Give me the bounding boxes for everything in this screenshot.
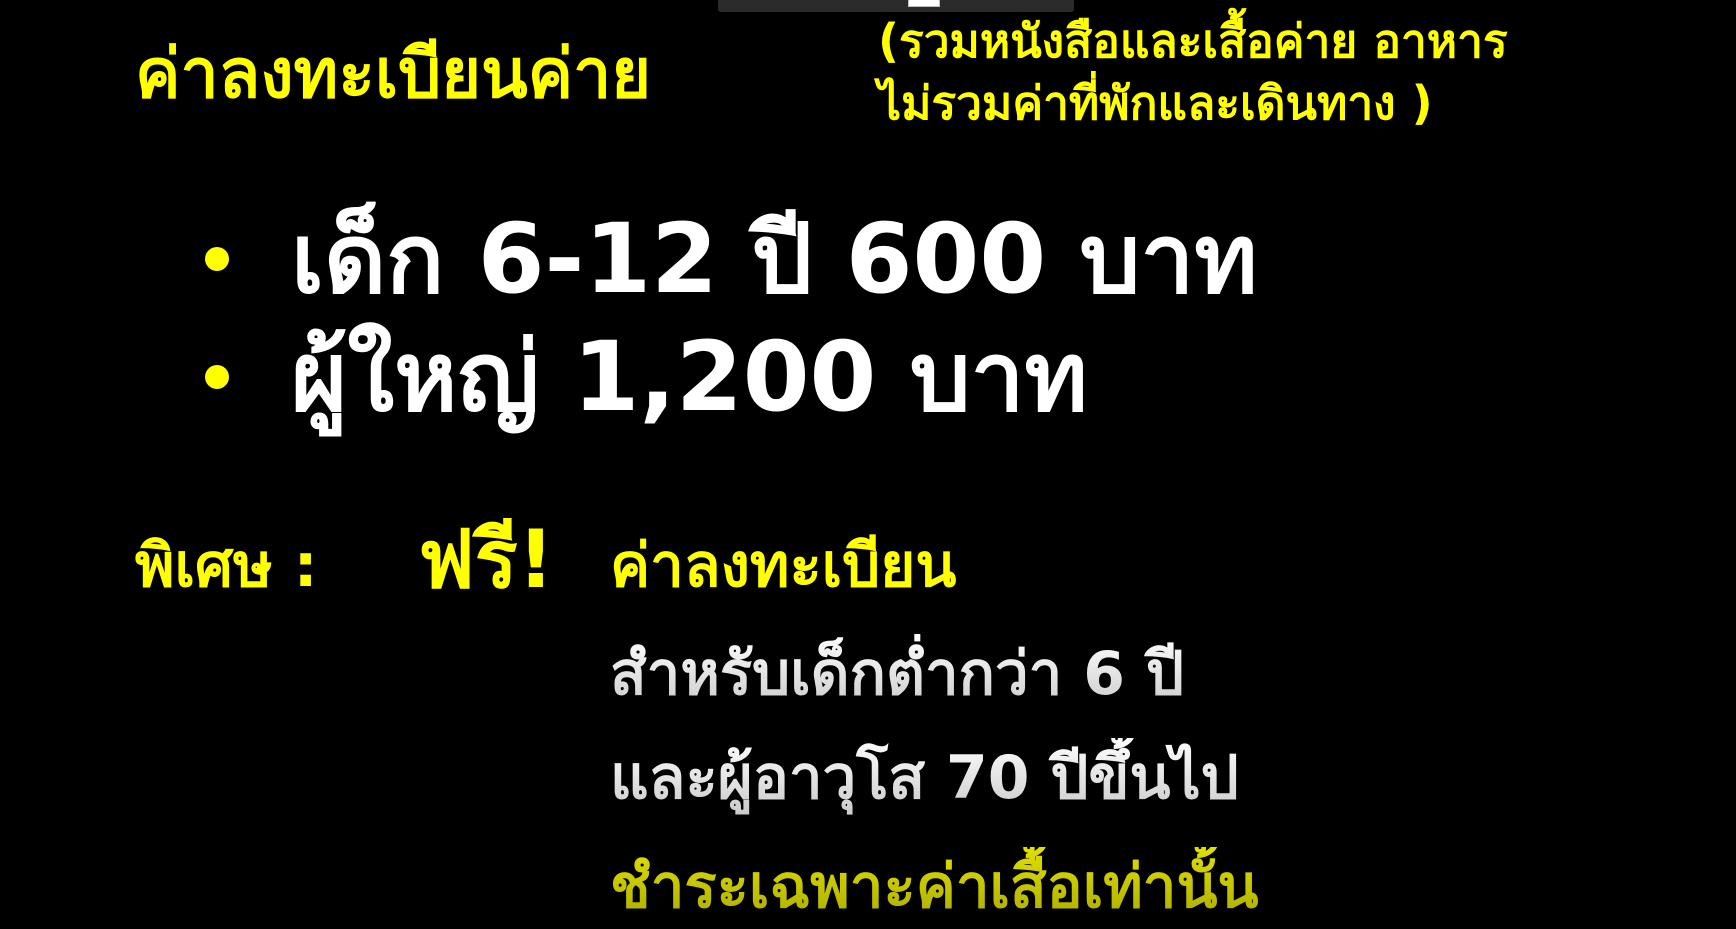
slide-title: ค่าลงทะเบียนค่าย	[135, 35, 652, 114]
tab-handle-icon[interactable]	[908, 0, 940, 7]
bullet-icon	[205, 247, 229, 271]
subtitle-line-1: (รวมหนังสือและเสื้อค่าย อาหาร	[878, 14, 1508, 68]
free-word: ฟรี!	[418, 513, 555, 606]
price-children: เด็ก 6-12 ปี 600 บาท	[291, 203, 1258, 315]
price-list: เด็ก 6-12 ปี 600 บาท ผู้ใหญ่ 1,200 บาท	[205, 200, 1258, 436]
registration-fee-label: ค่าลงทะเบียน	[610, 531, 957, 601]
special-condition-children: สำหรับเด็กต่ำกว่า 6 ปี	[610, 634, 1184, 714]
price-adults: ผู้ใหญ่ 1,200 บาท	[291, 321, 1088, 433]
special-condition-seniors: และผู้อาวุโส 70 ปีขึ้นไป	[610, 738, 1239, 818]
special-label: พิเศษ :	[135, 531, 318, 601]
slide-subtitle: (รวมหนังสือและเสื้อค่าย อาหาร ไม่รวมค่าท…	[878, 10, 1508, 134]
price-list-item: ผู้ใหญ่ 1,200 บาท	[205, 318, 1258, 436]
special-condition-shirt-only: ชำระเฉพาะค่าเสื้อเท่านั้น	[610, 847, 1259, 927]
price-list-item: เด็ก 6-12 ปี 600 บาท	[205, 200, 1258, 318]
bullet-icon	[205, 365, 229, 389]
subtitle-line-2: ไม่รวมค่าที่พักและเดินทาง )	[878, 76, 1433, 130]
